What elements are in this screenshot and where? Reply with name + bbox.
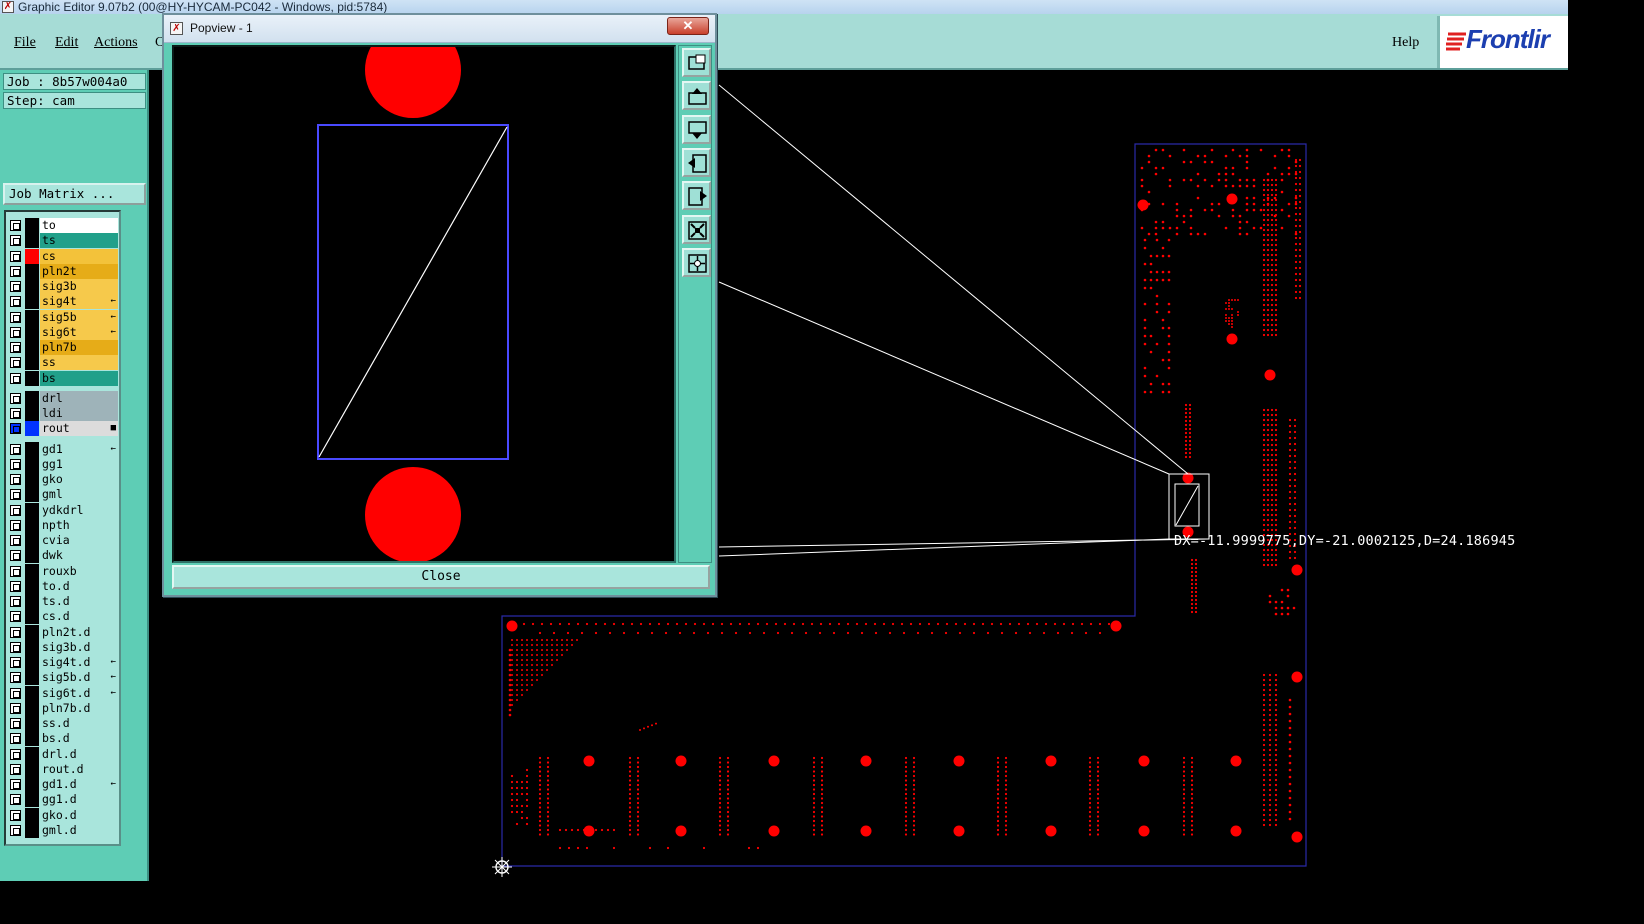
popview-window[interactable]: ✗ Popview - 1 ✕ Close bbox=[162, 13, 717, 597]
popview-canvas[interactable] bbox=[172, 45, 676, 563]
pad-27 bbox=[1230, 825, 1242, 837]
pad-7 bbox=[1291, 564, 1303, 576]
popview-title: Popview - 1 bbox=[190, 21, 253, 35]
pad-8 bbox=[1291, 671, 1303, 683]
popview-pad-top bbox=[365, 47, 461, 118]
popview-drawing bbox=[317, 47, 509, 561]
pad-9 bbox=[1291, 831, 1303, 843]
pan-right-icon[interactable] bbox=[682, 181, 711, 211]
pad-1 bbox=[1137, 199, 1149, 211]
pad-12 bbox=[583, 755, 595, 767]
popview-diagonal-line bbox=[318, 126, 508, 458]
pad-18 bbox=[1138, 755, 1150, 767]
pad-15 bbox=[860, 755, 872, 767]
popview-pad-bottom bbox=[365, 467, 461, 561]
pad-13 bbox=[675, 755, 687, 767]
pad-14 bbox=[768, 755, 780, 767]
pad-3 bbox=[1226, 333, 1238, 345]
pad-10 bbox=[506, 620, 518, 632]
popview-close-icon[interactable]: ✕ bbox=[667, 17, 709, 35]
popview-toolbar bbox=[678, 45, 712, 563]
rout-slot-diagonal bbox=[1175, 485, 1199, 526]
pan-down-icon[interactable] bbox=[682, 114, 711, 144]
zoom-window-icon[interactable] bbox=[682, 48, 711, 77]
pad-11 bbox=[1110, 620, 1122, 632]
pad-22 bbox=[768, 825, 780, 837]
pad-24 bbox=[953, 825, 965, 837]
popview-connector-4 bbox=[718, 538, 1170, 557]
pad-25 bbox=[1045, 825, 1057, 837]
pad-19 bbox=[1230, 755, 1242, 767]
zoom-center-icon[interactable] bbox=[682, 247, 711, 277]
pad-20 bbox=[583, 825, 595, 837]
popview-connector-1 bbox=[718, 84, 1189, 475]
measure-readout: DX=-11.9999775,DY=-21.0002125,D=24.18694… bbox=[1174, 533, 1516, 549]
pan-left-icon[interactable] bbox=[682, 147, 711, 177]
pad-26 bbox=[1138, 825, 1150, 837]
graphic-editor-window: ✗ Graphic Editor 9.07b2 (00@HY-HYCAM-PC04… bbox=[0, 0, 1568, 881]
popview-connector-2 bbox=[718, 281, 1170, 475]
pan-up-icon[interactable] bbox=[682, 81, 711, 111]
pad-17 bbox=[1045, 755, 1057, 767]
popview-app-icon: ✗ bbox=[170, 22, 183, 35]
pad-2 bbox=[1226, 193, 1238, 205]
pad-16 bbox=[953, 755, 965, 767]
pad-23 bbox=[860, 825, 872, 837]
pad-21 bbox=[675, 825, 687, 837]
popview-title-bar[interactable]: ✗ Popview - 1 ✕ bbox=[164, 15, 715, 43]
pad-4 bbox=[1264, 369, 1276, 381]
zoom-fit-icon[interactable] bbox=[682, 214, 711, 244]
crosshair-cursor-icon bbox=[492, 857, 512, 877]
popview-close-button[interactable]: Close bbox=[172, 565, 710, 589]
